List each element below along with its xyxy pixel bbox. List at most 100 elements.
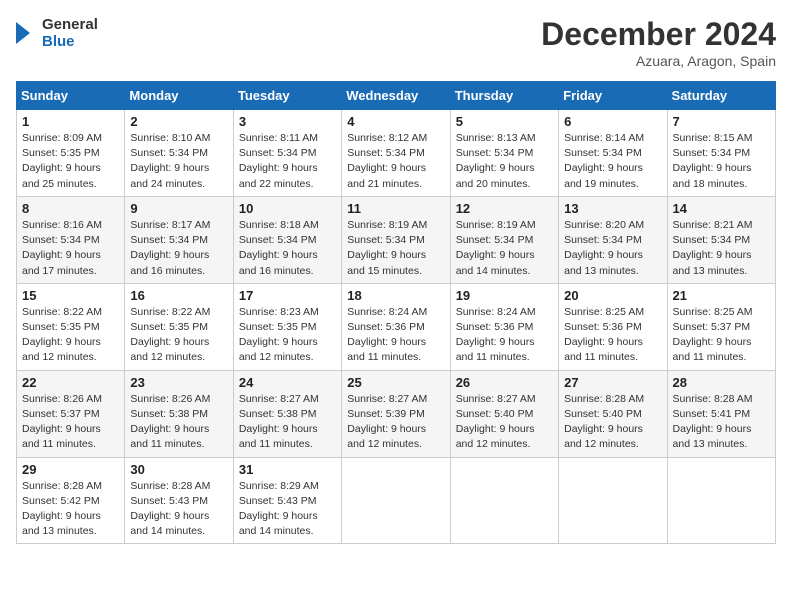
day-cell-22: 22 Sunrise: 8:26 AM Sunset: 5:37 PM Dayl… (17, 370, 125, 457)
day-number: 9 (130, 201, 227, 216)
header-tuesday: Tuesday (233, 82, 341, 110)
day-info: Sunrise: 8:19 AM Sunset: 5:34 PM Dayligh… (347, 219, 427, 277)
day-number: 21 (673, 288, 770, 303)
logo: General Blue (16, 16, 98, 51)
day-cell-7: 7 Sunrise: 8:15 AM Sunset: 5:34 PM Dayli… (667, 110, 775, 197)
day-cell-4: 4 Sunrise: 8:12 AM Sunset: 5:34 PM Dayli… (342, 110, 450, 197)
day-info: Sunrise: 8:28 AM Sunset: 5:42 PM Dayligh… (22, 480, 102, 538)
day-number: 22 (22, 375, 119, 390)
day-info: Sunrise: 8:11 AM Sunset: 5:34 PM Dayligh… (239, 132, 318, 190)
day-info: Sunrise: 8:24 AM Sunset: 5:36 PM Dayligh… (347, 306, 427, 364)
day-cell-31: 31 Sunrise: 8:29 AM Sunset: 5:43 PM Dayl… (233, 457, 341, 544)
day-cell-28: 28 Sunrise: 8:28 AM Sunset: 5:41 PM Dayl… (667, 370, 775, 457)
day-info: Sunrise: 8:25 AM Sunset: 5:36 PM Dayligh… (564, 306, 644, 364)
day-cell-25: 25 Sunrise: 8:27 AM Sunset: 5:39 PM Dayl… (342, 370, 450, 457)
day-info: Sunrise: 8:18 AM Sunset: 5:34 PM Dayligh… (239, 219, 319, 277)
day-info: Sunrise: 8:29 AM Sunset: 5:43 PM Dayligh… (239, 480, 319, 538)
day-cell-17: 17 Sunrise: 8:23 AM Sunset: 5:35 PM Dayl… (233, 283, 341, 370)
day-number: 15 (22, 288, 119, 303)
logo-general: General (42, 16, 98, 33)
day-cell-3: 3 Sunrise: 8:11 AM Sunset: 5:34 PM Dayli… (233, 110, 341, 197)
day-info: Sunrise: 8:28 AM Sunset: 5:43 PM Dayligh… (130, 480, 210, 538)
day-number: 1 (22, 114, 119, 129)
day-number: 5 (456, 114, 553, 129)
calendar-week-row: 22 Sunrise: 8:26 AM Sunset: 5:37 PM Dayl… (17, 370, 776, 457)
calendar-week-row: 8 Sunrise: 8:16 AM Sunset: 5:34 PM Dayli… (17, 196, 776, 283)
day-info: Sunrise: 8:27 AM Sunset: 5:40 PM Dayligh… (456, 393, 536, 451)
day-info: Sunrise: 8:16 AM Sunset: 5:34 PM Dayligh… (22, 219, 102, 277)
day-number: 3 (239, 114, 336, 129)
day-number: 2 (130, 114, 227, 129)
day-number: 24 (239, 375, 336, 390)
day-info: Sunrise: 8:14 AM Sunset: 5:34 PM Dayligh… (564, 132, 644, 190)
day-number: 7 (673, 114, 770, 129)
day-cell-13: 13 Sunrise: 8:20 AM Sunset: 5:34 PM Dayl… (559, 196, 667, 283)
calendar-week-row: 1 Sunrise: 8:09 AM Sunset: 5:35 PM Dayli… (17, 110, 776, 197)
header-sunday: Sunday (17, 82, 125, 110)
month-title: December 2024 (541, 16, 776, 53)
header-monday: Monday (125, 82, 233, 110)
day-cell-10: 10 Sunrise: 8:18 AM Sunset: 5:34 PM Dayl… (233, 196, 341, 283)
empty-cell (559, 457, 667, 544)
day-number: 13 (564, 201, 661, 216)
day-number: 6 (564, 114, 661, 129)
day-number: 14 (673, 201, 770, 216)
day-cell-15: 15 Sunrise: 8:22 AM Sunset: 5:35 PM Dayl… (17, 283, 125, 370)
location: Azuara, Aragon, Spain (541, 53, 776, 69)
day-info: Sunrise: 8:21 AM Sunset: 5:34 PM Dayligh… (673, 219, 753, 277)
day-number: 16 (130, 288, 227, 303)
day-number: 20 (564, 288, 661, 303)
day-info: Sunrise: 8:23 AM Sunset: 5:35 PM Dayligh… (239, 306, 319, 364)
header-saturday: Saturday (667, 82, 775, 110)
day-info: Sunrise: 8:22 AM Sunset: 5:35 PM Dayligh… (22, 306, 102, 364)
header-friday: Friday (559, 82, 667, 110)
day-number: 4 (347, 114, 444, 129)
day-number: 31 (239, 462, 336, 477)
day-cell-19: 19 Sunrise: 8:24 AM Sunset: 5:36 PM Dayl… (450, 283, 558, 370)
day-number: 11 (347, 201, 444, 216)
day-cell-21: 21 Sunrise: 8:25 AM Sunset: 5:37 PM Dayl… (667, 283, 775, 370)
day-number: 25 (347, 375, 444, 390)
day-info: Sunrise: 8:25 AM Sunset: 5:37 PM Dayligh… (673, 306, 753, 364)
day-cell-9: 9 Sunrise: 8:17 AM Sunset: 5:34 PM Dayli… (125, 196, 233, 283)
day-number: 28 (673, 375, 770, 390)
day-info: Sunrise: 8:27 AM Sunset: 5:39 PM Dayligh… (347, 393, 427, 451)
day-cell-14: 14 Sunrise: 8:21 AM Sunset: 5:34 PM Dayl… (667, 196, 775, 283)
logo-triangle-icon (16, 20, 38, 46)
day-cell-11: 11 Sunrise: 8:19 AM Sunset: 5:34 PM Dayl… (342, 196, 450, 283)
page-header: General Blue December 2024 Azuara, Arago… (16, 16, 776, 69)
day-info: Sunrise: 8:27 AM Sunset: 5:38 PM Dayligh… (239, 393, 319, 451)
empty-cell (667, 457, 775, 544)
day-cell-16: 16 Sunrise: 8:22 AM Sunset: 5:35 PM Dayl… (125, 283, 233, 370)
day-cell-26: 26 Sunrise: 8:27 AM Sunset: 5:40 PM Dayl… (450, 370, 558, 457)
title-block: December 2024 Azuara, Aragon, Spain (541, 16, 776, 69)
day-info: Sunrise: 8:15 AM Sunset: 5:34 PM Dayligh… (673, 132, 753, 190)
day-info: Sunrise: 8:26 AM Sunset: 5:38 PM Dayligh… (130, 393, 210, 451)
calendar-week-row: 15 Sunrise: 8:22 AM Sunset: 5:35 PM Dayl… (17, 283, 776, 370)
day-info: Sunrise: 8:28 AM Sunset: 5:41 PM Dayligh… (673, 393, 753, 451)
logo-blue: Blue (42, 33, 98, 50)
day-number: 30 (130, 462, 227, 477)
empty-cell (450, 457, 558, 544)
day-cell-24: 24 Sunrise: 8:27 AM Sunset: 5:38 PM Dayl… (233, 370, 341, 457)
day-number: 10 (239, 201, 336, 216)
day-number: 8 (22, 201, 119, 216)
header-wednesday: Wednesday (342, 82, 450, 110)
day-info: Sunrise: 8:13 AM Sunset: 5:34 PM Dayligh… (456, 132, 536, 190)
day-number: 23 (130, 375, 227, 390)
day-number: 12 (456, 201, 553, 216)
day-cell-5: 5 Sunrise: 8:13 AM Sunset: 5:34 PM Dayli… (450, 110, 558, 197)
day-info: Sunrise: 8:17 AM Sunset: 5:34 PM Dayligh… (130, 219, 210, 277)
day-info: Sunrise: 8:24 AM Sunset: 5:36 PM Dayligh… (456, 306, 536, 364)
day-cell-23: 23 Sunrise: 8:26 AM Sunset: 5:38 PM Dayl… (125, 370, 233, 457)
day-info: Sunrise: 8:10 AM Sunset: 5:34 PM Dayligh… (130, 132, 210, 190)
day-number: 19 (456, 288, 553, 303)
day-number: 18 (347, 288, 444, 303)
day-number: 29 (22, 462, 119, 477)
calendar-week-row: 29 Sunrise: 8:28 AM Sunset: 5:42 PM Dayl… (17, 457, 776, 544)
day-number: 27 (564, 375, 661, 390)
weekday-header-row: Sunday Monday Tuesday Wednesday Thursday… (17, 82, 776, 110)
logo-text-block: General Blue (16, 16, 98, 51)
day-cell-1: 1 Sunrise: 8:09 AM Sunset: 5:35 PM Dayli… (17, 110, 125, 197)
day-cell-6: 6 Sunrise: 8:14 AM Sunset: 5:34 PM Dayli… (559, 110, 667, 197)
